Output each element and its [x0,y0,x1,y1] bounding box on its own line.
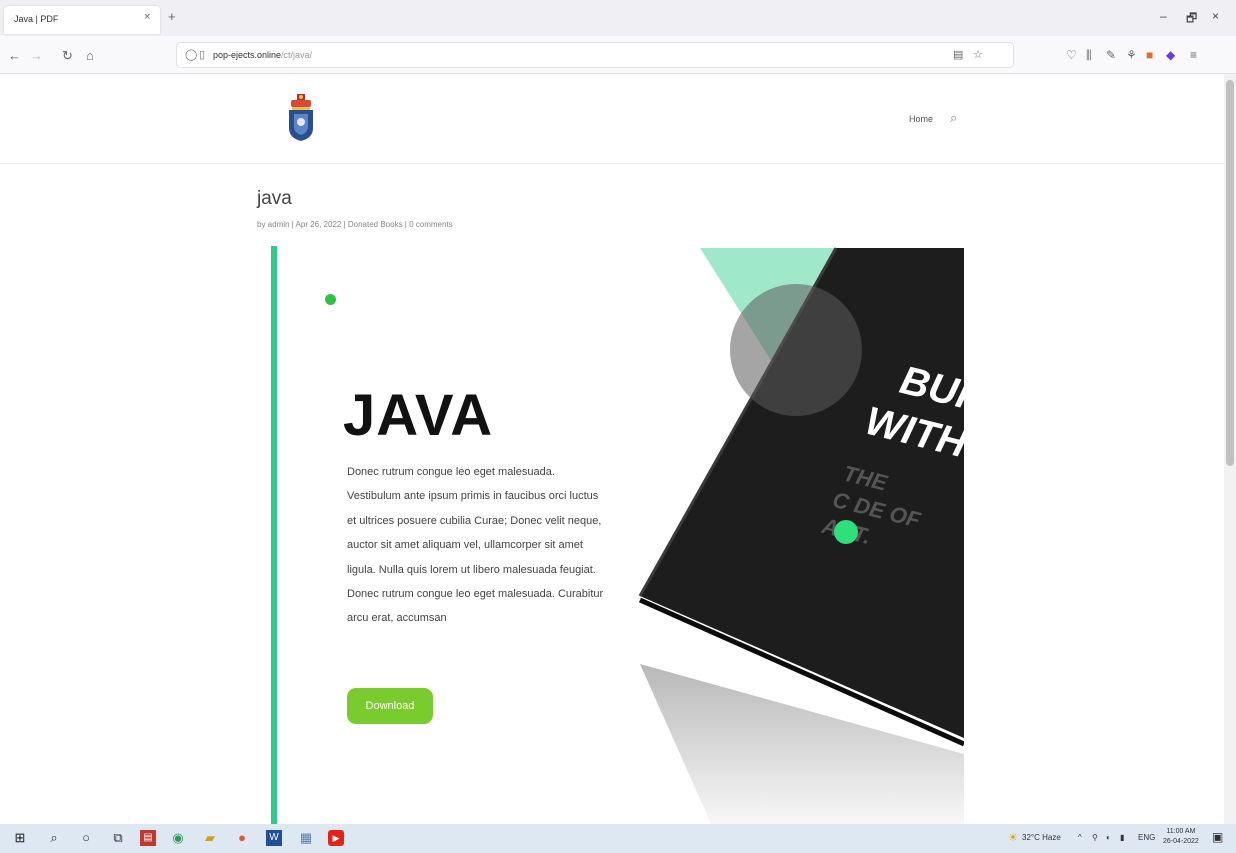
files-icon[interactable]: ▰ [202,830,218,846]
minimize-button[interactable]: – [1160,9,1167,23]
search-icon[interactable]: ⌕ [950,110,957,126]
green-dot-shape [834,520,858,544]
close-window-button[interactable]: × [1212,9,1219,23]
new-tab-button[interactable]: + [168,9,176,24]
post-title: java [257,188,292,209]
lock-icon[interactable]: ▯ [199,48,205,61]
accent-rule [271,246,277,824]
library-icon[interactable]: ⫼ [1086,48,1092,63]
clock-date: 26-04-2022 [1163,838,1199,845]
calculator-icon[interactable]: ▦ [298,830,314,846]
navigation-toolbar: ← → ↻ ⌂ ◯ ▯ pop-ejects.online/ct/java/ ▤… [0,36,1236,74]
system-clock[interactable]: 11:00 AM 26-04-2022 [1163,827,1199,847]
reload-button[interactable]: ↻ [62,48,73,64]
windows-start-icon[interactable]: ⊞ [12,830,28,846]
address-bar[interactable]: ◯ ▯ pop-ejects.online/ct/java/ ▤ ☆ [176,42,1014,68]
scroll-thumb[interactable] [1226,80,1234,466]
firefox-icon[interactable]: ● [234,830,250,846]
pocket-icon[interactable]: ♡ [1066,48,1077,62]
tray-overflow-icon[interactable]: ^ [1078,833,1082,842]
browser-tab[interactable]: Java | PDF × [4,6,160,34]
back-button[interactable]: ← [8,48,21,63]
menu-icon[interactable]: ≡ [1190,48,1197,62]
home-button[interactable]: ⌂ [86,48,94,63]
extension-icon[interactable]: ■ [1146,48,1153,62]
pen-icon[interactable]: ✎ [1106,48,1116,62]
clock-time: 11:00 AM [1166,828,1196,835]
overlay-circle-shape [730,284,862,416]
page-scrollbar[interactable] [1224,74,1236,824]
task-view-icon[interactable]: ⧉ [110,830,126,846]
youtube-icon[interactable]: ▶ [328,830,344,846]
search-icon[interactable]: ⌕ [46,830,62,846]
purple-extension-icon[interactable]: ◆ [1166,48,1175,62]
network-icon[interactable]: ⚲ [1092,833,1098,842]
chrome-icon[interactable]: ◉ [170,830,186,846]
word-icon[interactable]: W [266,830,282,846]
language-indicator[interactable]: ENG [1138,833,1155,842]
nav-home-link[interactable]: Home [909,114,933,124]
download-button[interactable]: Download [347,688,433,724]
page-viewport: Home ⌕ java by admin | Apr 26, 2022 | Do… [0,74,1236,824]
tab-title: Java | PDF [14,14,59,24]
weather-text[interactable]: 32°C Haze [1022,833,1061,842]
crest-logo[interactable] [286,94,316,142]
forward-button[interactable]: → [30,48,43,63]
windows-taskbar: ⊞ ⌕ ○ ⧉ ▤ ◉ ▰ ● W ▦ ▶ ☀ 32°C Haze ^ ⚲ ◐ … [0,824,1236,853]
url-text[interactable]: pop-ejects.online/ct/java/ [213,50,312,60]
battery-icon[interactable]: ▮ [1120,833,1124,842]
site-header: Home ⌕ [0,74,1224,164]
book-cover-image: BUIL WITH THE C DE OF ART. [638,247,964,824]
post-meta: by admin | Apr 26, 2022 | Donated Books … [257,220,453,229]
bookmark-star-icon[interactable]: ☆ [973,48,983,61]
hero-description: Donec rutrum congue leo eget malesuada. … [347,466,604,625]
pdf-app-icon[interactable]: ▤ [140,830,156,846]
notification-icon[interactable]: ▣ [1212,830,1223,844]
tab-close-button[interactable]: × [144,11,150,23]
volume-icon[interactable]: ◐ [1106,833,1111,842]
shield-icon[interactable]: ◯ [185,48,197,61]
puzzle-icon[interactable]: ⚘ [1126,48,1137,62]
weather-icon[interactable]: ☀ [1008,831,1018,844]
tab-bar: Java | PDF × + – 🗗 × [0,0,1236,36]
maximize-button[interactable]: 🗗 [1186,9,1197,30]
decorative-dot [325,294,336,305]
reader-icon[interactable]: ▤ [953,48,963,61]
hero-title: JAVA [343,383,494,448]
cortana-icon[interactable]: ○ [78,830,94,846]
